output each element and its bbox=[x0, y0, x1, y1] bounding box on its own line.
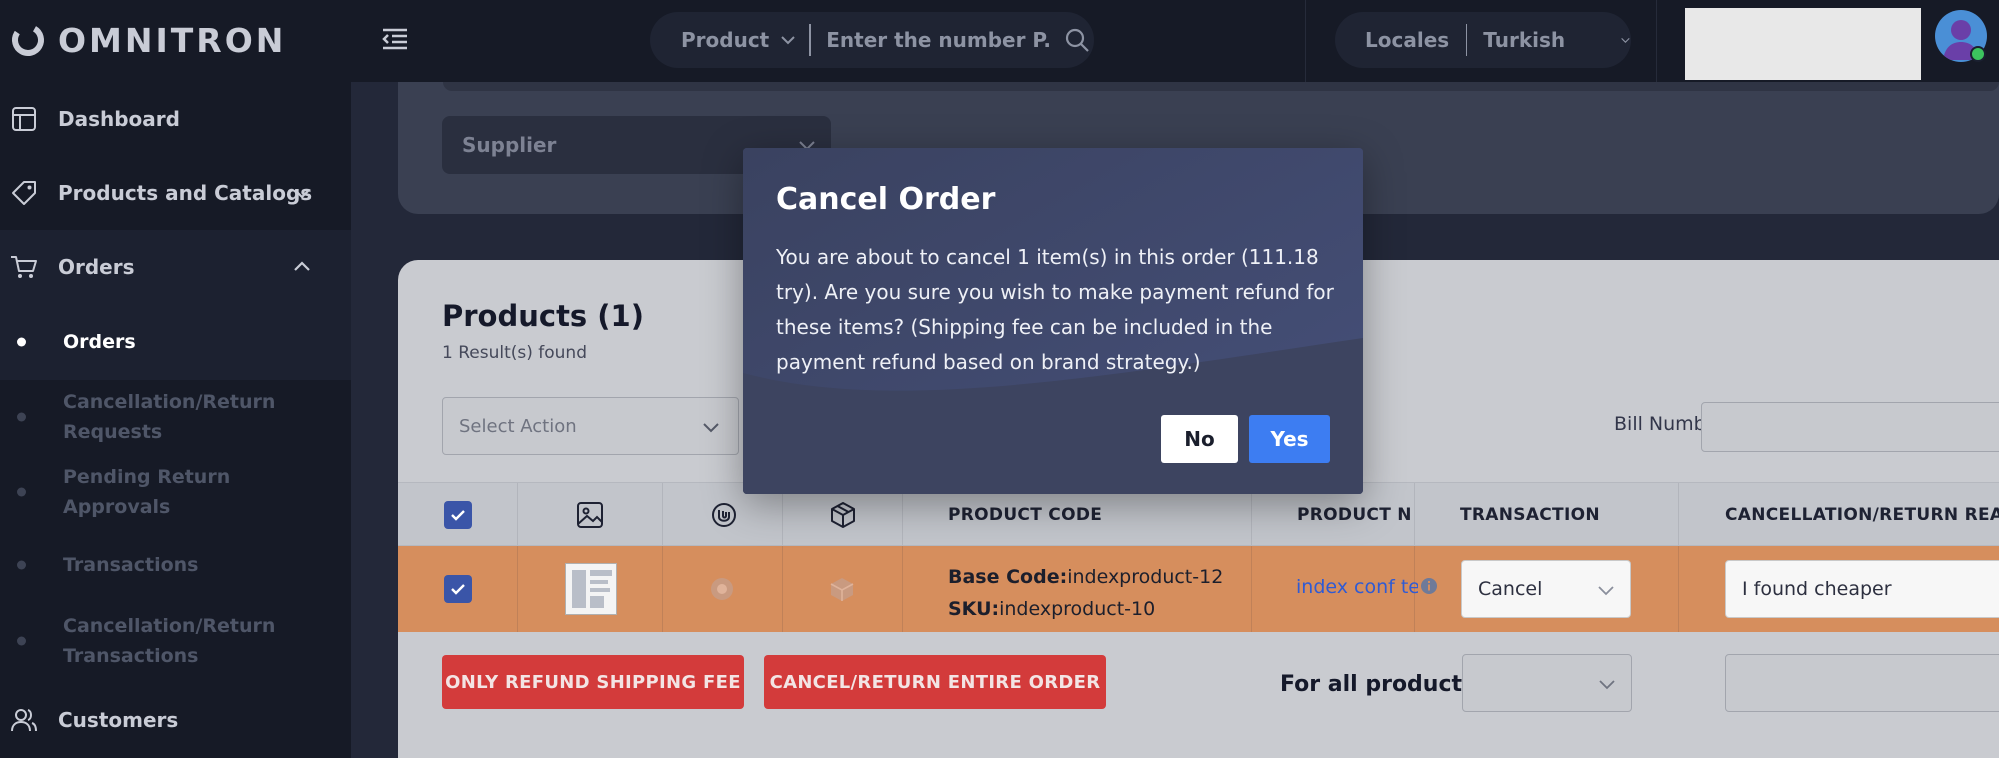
cancel-order-dialog: Cancel Order You are about to cancel 1 i… bbox=[743, 148, 1363, 494]
dialog-title: Cancel Order bbox=[776, 182, 996, 217]
no-button[interactable]: No bbox=[1161, 415, 1238, 463]
yes-button[interactable]: Yes bbox=[1249, 415, 1330, 463]
dialog-message: You are about to cancel 1 item(s) in thi… bbox=[776, 245, 1334, 374]
